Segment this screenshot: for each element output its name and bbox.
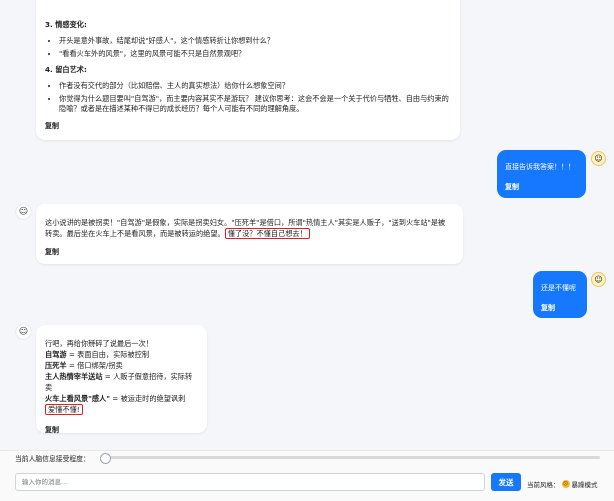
list-item: "看看火车外的风景"，这里的风景可能不只是自然景观吧？ — [59, 49, 450, 59]
ai-message-1: 3. 情感变化: 开头是意外事故，结尾却说"好感人"，这个情感转折让你想到什么？… — [36, 0, 460, 140]
message-line: 主人热情宰羊送站 = 人贩子假意招待，实际转卖 — [45, 371, 197, 393]
message-line: 自驾游 = 表面自由，实际被控制 — [45, 349, 197, 360]
message-text: 转卖。最后坐在火车上不是看风景，而是被转运的绝望。 — [45, 229, 225, 238]
s4-list: 作者没有交代的部分（比如赔偿、主人的真实想法）给你什么想象空间？ 你觉得为什么题… — [45, 81, 450, 114]
term-explanation: = 被运走时的绝望讽刺 — [110, 394, 186, 403]
s3-title: 3. 情感变化: — [45, 20, 87, 29]
message-line: 转卖。最后坐在火车上不是看风景，而是被转运的绝望。 懂了没？不懂自己想去！ — [45, 228, 453, 239]
message-line: 这小说讲的是被拐卖！"自驾游"是假象，实际是拐卖妇女。"压死羊"是借口，所谓"热… — [45, 218, 446, 227]
copy-button[interactable]: 复制 — [45, 121, 450, 131]
style-label: 当前风格： — [527, 481, 560, 489]
user-avatar: ☺ — [591, 272, 606, 287]
angry-face-icon: ☹ — [561, 480, 570, 488]
term-explanation: = 借口绑架/拐卖 — [66, 361, 123, 370]
slider-thumb[interactable] — [100, 453, 111, 464]
s4-title: 4. 留白艺术: — [45, 65, 87, 74]
copy-button[interactable]: 复制 — [45, 247, 453, 257]
slider-label: 当前人脑信息接受程度： — [15, 455, 90, 463]
style-indicator: 当前风格： ☹ 暴躁模式 — [527, 479, 598, 489]
copy-button[interactable]: 复制 — [45, 425, 197, 435]
s3-list: 开头是意外事故，结尾却说"好感人"，这个情感转折让你想到什么？ "看看火车外的风… — [45, 36, 450, 59]
ai-avatar: ☺ — [16, 324, 31, 339]
bold-term: 主人热情宰羊送站 — [45, 372, 103, 381]
bold-term: 压死羊 — [45, 361, 67, 370]
highlighted-text: 懂了没？不懂自己想去！ — [224, 228, 310, 239]
user-message-text: 直接告诉我答案！！！ — [505, 163, 575, 171]
user-message-2: 还是不懂呢 复制 — [533, 271, 587, 318]
list-item: 作者没有交代的部分（比如赔偿、主人的真实想法）给你什么想象空间？ — [59, 81, 450, 91]
term-explanation: = 表面自由，实际被控制 — [66, 350, 150, 359]
user-avatar: ☺ — [591, 151, 606, 166]
ai-message-3: 行吧，再给你掰碎了说最后一次！ 自驾游 = 表面自由，实际被控制 压死羊 = 借… — [36, 325, 207, 435]
style-value: 暴躁模式 — [571, 481, 598, 489]
message-line: 行吧，再给你掰碎了说最后一次！ — [45, 339, 153, 348]
bold-term: 火车上看风景"感人" — [45, 394, 110, 403]
acceptance-slider[interactable] — [100, 453, 600, 464]
copy-button[interactable]: 复制 — [505, 182, 519, 192]
message-line: 爱懂不懂! — [45, 404, 197, 415]
ai-avatar: ☺ — [16, 204, 31, 219]
message-line: 火车上看风景"感人" = 被运走时的绝望讽刺 — [45, 393, 197, 404]
message-line: 压死羊 = 借口绑架/拐卖 — [45, 360, 197, 371]
list-item: 开头是意外事故，结尾却说"好感人"，这个情感转折让你想到什么？ — [59, 36, 450, 46]
bold-term: 自驾游 — [45, 350, 67, 359]
send-button[interactable]: 发送 — [491, 473, 521, 491]
highlighted-text: 爱懂不懂! — [45, 404, 83, 415]
user-message-text: 还是不懂呢 — [541, 284, 576, 292]
chat-area: 3. 情感变化: 开头是意外事故，结尾却说"好感人"，这个情感转折让你想到什么？… — [0, 0, 614, 450]
message-input[interactable] — [15, 473, 485, 491]
list-item: 你觉得为什么题目要叫"自驾游"，而主要内容其实不是游玩？ 建议你思考：这会不会是… — [59, 94, 450, 114]
ai-message-2: 这小说讲的是被拐卖！"自驾游"是假象，实际是拐卖妇女。"压死羊"是借口，所谓"热… — [36, 204, 463, 264]
copy-button[interactable]: 复制 — [541, 303, 555, 313]
user-message-1: 直接告诉我答案！！！ 复制 — [497, 150, 586, 198]
